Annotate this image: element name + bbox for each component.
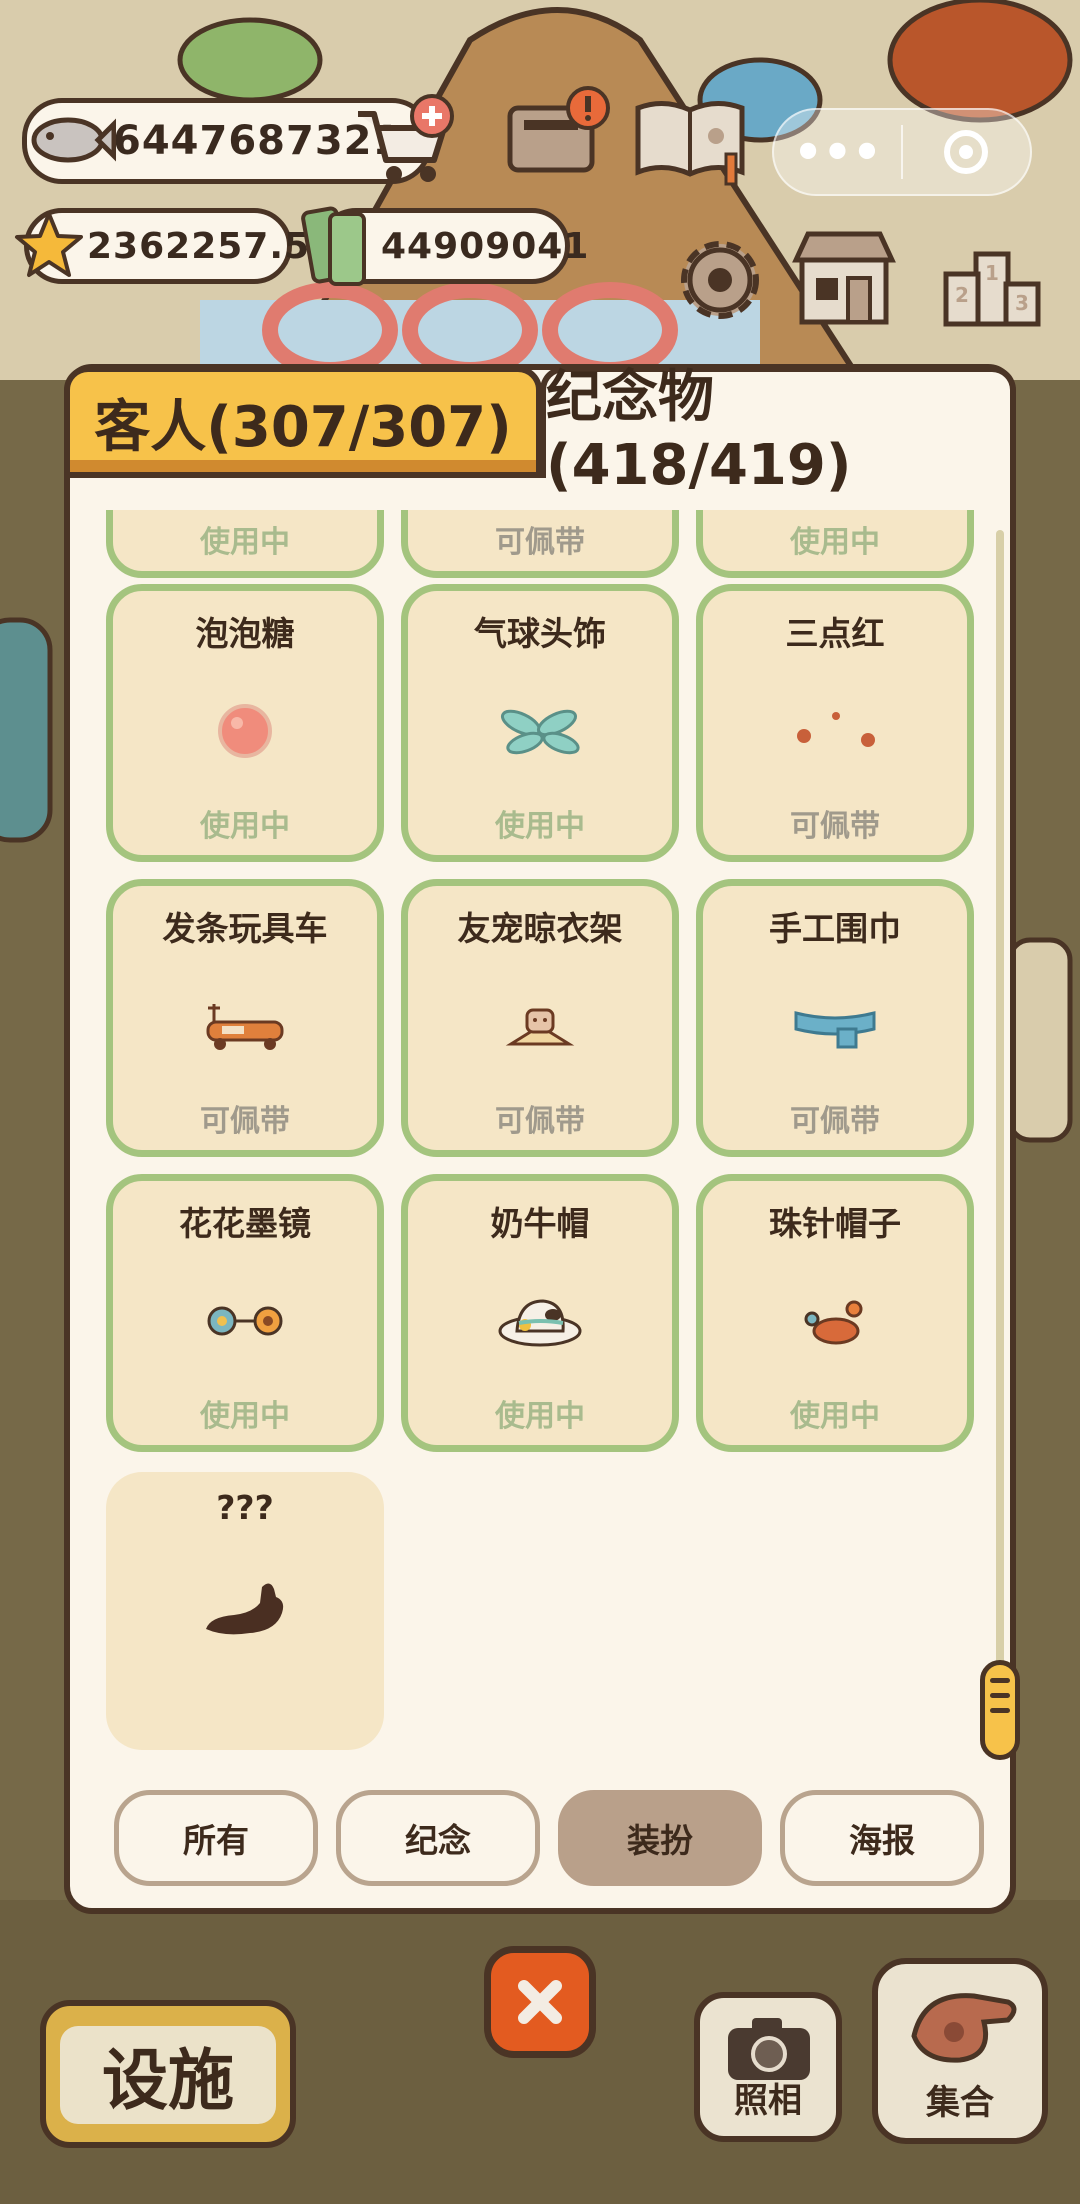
facility-label: 设施 — [102, 2042, 234, 2119]
item-card-balloon-headpiece[interactable]: 气球头饰 使用中 — [401, 584, 679, 862]
scrollbar-track[interactable] — [996, 530, 1004, 1750]
ticket-icon — [301, 206, 366, 286]
close-button[interactable] — [484, 1946, 596, 2058]
shop-icon[interactable] — [786, 226, 902, 330]
item-name: 气球头饰 — [474, 614, 606, 653]
item-card-pet-clothes-rack[interactable]: 友宠晾衣架 可佩带 — [401, 879, 679, 1157]
filter-all[interactable]: 所有 — [114, 1790, 318, 1886]
item-card-windup-toy-car[interactable]: 发条玩具车 可佩带 — [106, 879, 384, 1157]
item-card-flower-sunglasses[interactable]: 花花墨镜 使用中 — [106, 1174, 384, 1452]
balloon-headpiece-icon — [500, 709, 580, 755]
item-grid[interactable]: 使用中 可佩带 使用中 泡泡糖 使用中 气球头饰 使用中 三点红 可佩带 发条玩… — [70, 510, 1000, 1750]
gather-label: 集合 — [926, 2083, 994, 2123]
item-card-handmade-scarf[interactable]: 手工围巾 可佩带 — [696, 879, 974, 1157]
item-card-cow-hat[interactable]: 奶牛帽 使用中 — [401, 1174, 679, 1452]
filter-souvenir-label: 纪念 — [405, 1821, 471, 1860]
item-status: 使用中 — [495, 809, 585, 844]
gear-icon[interactable] — [672, 232, 768, 328]
pet-clothes-rack-icon — [505, 1008, 575, 1046]
item-status: 可佩带 — [790, 809, 880, 844]
item-card-pin-hat[interactable]: 珠针帽子 使用中 — [696, 1174, 974, 1452]
item-status: 使用中 — [200, 809, 290, 844]
tab-guests-label: 客人(307/307) — [94, 394, 512, 460]
item-card-three-red-dots[interactable]: 三点红 可佩带 — [696, 584, 974, 862]
item-name: 友宠晾衣架 — [457, 909, 623, 948]
fish-icon — [31, 117, 116, 163]
item-card-locked[interactable]: ??? — [106, 1472, 384, 1750]
shop-cart-add-icon[interactable] — [350, 94, 460, 186]
item-card-partial-1[interactable]: 使用中 — [106, 510, 384, 578]
tab-souvenirs[interactable]: 纪念物(418/419) — [540, 365, 1016, 498]
unknown-silhouette-icon — [206, 1583, 284, 1635]
item-name: 泡泡糖 — [195, 614, 295, 653]
filter-dressup-label: 装扮 — [627, 1821, 693, 1860]
filter-all-label: 所有 — [183, 1821, 249, 1860]
svg-text:1: 1 — [985, 261, 999, 285]
close-miniprogram-icon[interactable] — [903, 128, 1030, 176]
gather-button[interactable]: 集合 — [872, 1958, 1048, 2144]
paw-book-icon[interactable] — [630, 94, 750, 190]
bubble-gum-icon — [218, 704, 272, 758]
photo-label: 照相 — [734, 2081, 802, 2121]
three-red-dots-icon — [797, 712, 875, 747]
item-name: 三点红 — [785, 614, 885, 653]
star-amount: 2362257.5 — [87, 225, 311, 267]
tab-souvenirs-label: 纪念物(418/419) — [546, 365, 852, 498]
filter-dressup[interactable]: 装扮 — [558, 1790, 762, 1886]
svg-text:3: 3 — [1015, 291, 1029, 315]
item-card-partial-3[interactable]: 使用中 — [696, 510, 974, 578]
item-card-partial-2[interactable]: 可佩带 — [401, 510, 679, 578]
mail-alert-icon[interactable] — [504, 84, 614, 184]
windup-toy-car-icon — [206, 1004, 284, 1050]
facility-button[interactable]: 设施 — [40, 2000, 296, 2148]
whistle-icon — [911, 1993, 1017, 2063]
filter-souvenir[interactable]: 纪念 — [336, 1790, 540, 1886]
item-status: 使用中 — [200, 1399, 290, 1434]
item-status: 使用中 — [790, 1399, 880, 1434]
scrollbar-thumb[interactable] — [980, 1660, 1020, 1760]
star-icon — [15, 212, 83, 277]
item-card-bubble-gum[interactable]: 泡泡糖 使用中 — [106, 584, 384, 862]
item-name: ??? — [216, 1488, 274, 1527]
photo-button[interactable]: 照相 — [694, 1992, 842, 2142]
leaderboard-icon[interactable]: 1 2 3 — [940, 240, 1044, 332]
item-status: 使用中 — [495, 1399, 585, 1434]
item-status: 使用中 — [790, 525, 880, 560]
item-name: 珠针帽子 — [769, 1204, 901, 1243]
close-icon — [518, 1980, 562, 2024]
item-status: 使用中 — [200, 525, 290, 560]
item-status: 可佩带 — [790, 1104, 880, 1139]
tab-guests[interactable]: 客人(307/307) — [64, 366, 542, 478]
item-status: 可佩带 — [495, 1104, 585, 1139]
filter-bar: 所有 纪念 装扮 海报 — [114, 1790, 984, 1890]
item-status: 可佩带 — [495, 525, 585, 560]
filter-poster[interactable]: 海报 — [780, 1790, 984, 1886]
handmade-scarf-icon — [794, 1011, 876, 1049]
item-status: 可佩带 — [200, 1104, 290, 1139]
flower-sunglasses-icon — [207, 1306, 283, 1336]
mini-program-capsule: ••• — [772, 108, 1032, 196]
ticket-amount: 44909041 — [381, 225, 590, 267]
filter-poster-label: 海报 — [849, 1821, 915, 1860]
item-name: 手工围巾 — [769, 909, 901, 948]
more-icon[interactable]: ••• — [774, 129, 901, 175]
item-name: 奶牛帽 — [490, 1204, 590, 1243]
cow-hat-icon — [498, 1299, 582, 1347]
item-name: 发条玩具车 — [162, 909, 328, 948]
pin-hat-icon — [804, 1300, 863, 1345]
svg-text:2: 2 — [955, 283, 969, 307]
item-name: 花花墨镜 — [179, 1204, 311, 1243]
